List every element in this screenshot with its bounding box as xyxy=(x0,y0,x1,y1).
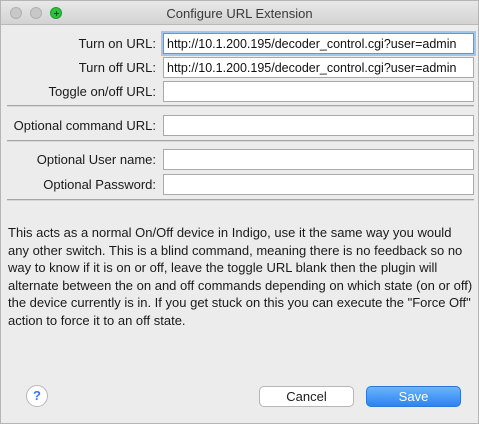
description-text: This acts as a normal On/Off device in I… xyxy=(8,225,473,328)
title-bar: Configure URL Extension xyxy=(1,1,478,25)
window-title: Configure URL Extension xyxy=(166,6,313,21)
username-label: Optional User name: xyxy=(36,152,156,167)
separator xyxy=(7,140,474,142)
command-url-label: Optional command URL: xyxy=(13,118,156,133)
separator xyxy=(7,105,474,107)
turn-off-url-row: Turn off URL: xyxy=(1,57,478,79)
cancel-button[interactable]: Cancel xyxy=(259,386,354,407)
turn-on-url-row: Turn on URL: xyxy=(1,33,478,55)
separator xyxy=(7,199,474,201)
turn-off-url-label: Turn off URL: xyxy=(78,60,156,75)
turn-on-url-input[interactable] xyxy=(163,33,474,54)
turn-on-url-label: Turn on URL: xyxy=(78,36,156,51)
toggle-url-input[interactable] xyxy=(163,81,474,102)
username-row: Optional User name: xyxy=(1,149,478,171)
password-input[interactable] xyxy=(163,174,474,195)
help-button[interactable]: ? xyxy=(26,385,48,407)
turn-off-url-input[interactable] xyxy=(163,57,474,78)
toggle-url-label: Toggle on/off URL: xyxy=(48,84,156,99)
command-url-row: Optional command URL: xyxy=(1,115,478,137)
toggle-url-row: Toggle on/off URL: xyxy=(1,81,478,103)
password-row: Optional Password: xyxy=(1,174,478,196)
password-label: Optional Password: xyxy=(43,177,156,192)
save-button[interactable]: Save xyxy=(366,386,461,407)
username-input[interactable] xyxy=(163,149,474,170)
dialog-window: Configure URL Extension Turn on URL: Tur… xyxy=(0,0,479,424)
command-url-input[interactable] xyxy=(163,115,474,136)
